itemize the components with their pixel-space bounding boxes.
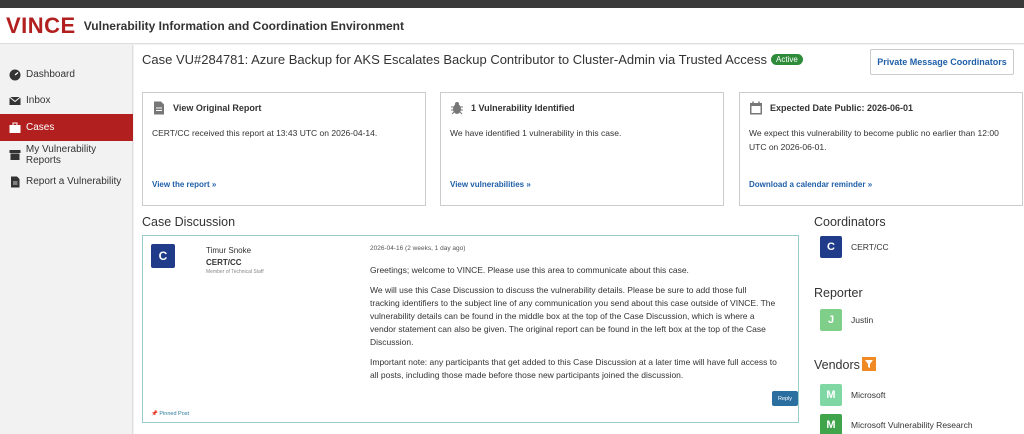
- vendors-heading: Vendors: [814, 358, 860, 372]
- envelope-icon: [8, 94, 22, 108]
- post-author[interactable]: Timur Snoke: [206, 246, 251, 255]
- sidebar-item-inbox[interactable]: Inbox: [0, 87, 133, 114]
- vendor-item[interactable]: M Microsoft: [820, 384, 885, 406]
- reporter-heading: Reporter: [814, 286, 863, 300]
- card-title: View Original Report: [173, 103, 262, 113]
- dashboard-icon: [8, 68, 22, 82]
- card-text: We expect this vulnerability to become p…: [749, 128, 999, 152]
- filter-icon[interactable]: [862, 357, 876, 371]
- coordinator-name: CERT/CC: [851, 242, 889, 252]
- avatar: J: [820, 309, 842, 331]
- vendor-name: Microsoft Vulnerability Research: [851, 420, 973, 430]
- post-body: Greetings; welcome to VINCE. Please use …: [370, 264, 778, 389]
- vulnerabilities-card: 1 Vulnerability Identified We have ident…: [440, 92, 724, 206]
- card-title: 1 Vulnerability Identified: [471, 103, 575, 113]
- card-text: CERT/CC received this report at 13:43 UT…: [152, 128, 378, 138]
- post-paragraph: Important note: any participants that ge…: [370, 357, 777, 380]
- avatar: C: [820, 236, 842, 258]
- file-icon: [152, 101, 166, 115]
- main-content: Case VU#284781: Azure Backup for AKS Esc…: [134, 45, 1024, 434]
- discussion-post: C Timur Snoke CERT/CC Member of Technica…: [142, 235, 799, 423]
- sidebar-item-dashboard[interactable]: Dashboard: [0, 61, 133, 88]
- calendar-icon: [749, 101, 763, 115]
- expected-date-card: Expected Date Public: 2026-06-01 We expe…: [739, 92, 1023, 206]
- bug-icon: [450, 101, 464, 115]
- vendor-item[interactable]: M Microsoft Vulnerability Research: [820, 414, 973, 434]
- sidebar-item-label: Dashboard: [26, 69, 75, 80]
- post-paragraph: We will use this Case Discussion to disc…: [370, 285, 776, 347]
- coordinator-item[interactable]: C CERT/CC: [820, 236, 889, 258]
- sidebar-item-report-a-vulnerability[interactable]: Report a Vulnerability: [0, 168, 133, 195]
- archive-icon: [8, 148, 22, 162]
- card-title: Expected Date Public: 2026-06-01: [770, 103, 914, 113]
- view-vulnerabilities-link[interactable]: View vulnerabilities »: [450, 180, 531, 189]
- case-discussion-heading: Case Discussion: [142, 215, 236, 229]
- vince-logo[interactable]: VINCE: [6, 13, 76, 39]
- page-title: Case VU#284781: Azure Backup for AKS Esc…: [142, 52, 768, 67]
- sidebar-item-label: Inbox: [26, 95, 51, 106]
- vendor-name: Microsoft: [851, 390, 886, 400]
- sidebar-item-label: Cases: [26, 122, 55, 133]
- avatar: M: [820, 414, 842, 434]
- app-title: Vulnerability Information and Coordinati…: [83, 18, 404, 33]
- sidebar-item-cases[interactable]: Cases: [0, 114, 133, 141]
- sidebar-item-label: Report a Vulnerability: [26, 176, 122, 187]
- status-badge: Active: [771, 54, 803, 65]
- document-icon: [8, 175, 22, 189]
- view-report-link[interactable]: View the report »: [152, 180, 216, 189]
- post-paragraph: Greetings; welcome to VINCE. Please use …: [370, 265, 689, 275]
- post-author-role: Member of Technical Staff: [206, 269, 264, 275]
- app-header: VINCE Vulnerability Information and Coor…: [0, 8, 1024, 44]
- reply-button[interactable]: Reply: [772, 391, 798, 406]
- pinned-post-label: 📌 Pinned Post: [151, 411, 189, 417]
- window-top-bar: [0, 0, 1024, 8]
- sidebar-item-my-vulnerability-reports[interactable]: My Vulnerability Reports: [0, 141, 133, 168]
- card-text: We have identified 1 vulnerability in th…: [450, 128, 622, 138]
- post-author-org: CERT/CC: [206, 258, 242, 267]
- case-header: Case VU#284781: Azure Backup for AKS Esc…: [142, 52, 803, 67]
- avatar: M: [820, 384, 842, 406]
- reporter-item[interactable]: J Justin: [820, 309, 873, 331]
- post-date: 2026-04-16 (2 weeks, 1 day ago): [370, 245, 466, 252]
- pin-icon: 📌: [151, 411, 158, 417]
- avatar: C: [151, 244, 175, 268]
- pinned-text: Pinned Post: [159, 411, 190, 417]
- briefcase-icon: [8, 121, 22, 135]
- original-report-card: View Original Report CERT/CC received th…: [142, 92, 426, 206]
- sidebar-item-label: My Vulnerability Reports: [25, 143, 97, 166]
- reporter-name: Justin: [851, 315, 874, 325]
- download-calendar-link[interactable]: Download a calendar reminder »: [749, 180, 872, 189]
- private-message-coordinators-button[interactable]: Private Message Coordinators: [870, 49, 1014, 75]
- coordinators-heading: Coordinators: [814, 215, 886, 229]
- sidebar: Dashboard Inbox Cases My Vulnerability R…: [0, 45, 133, 434]
